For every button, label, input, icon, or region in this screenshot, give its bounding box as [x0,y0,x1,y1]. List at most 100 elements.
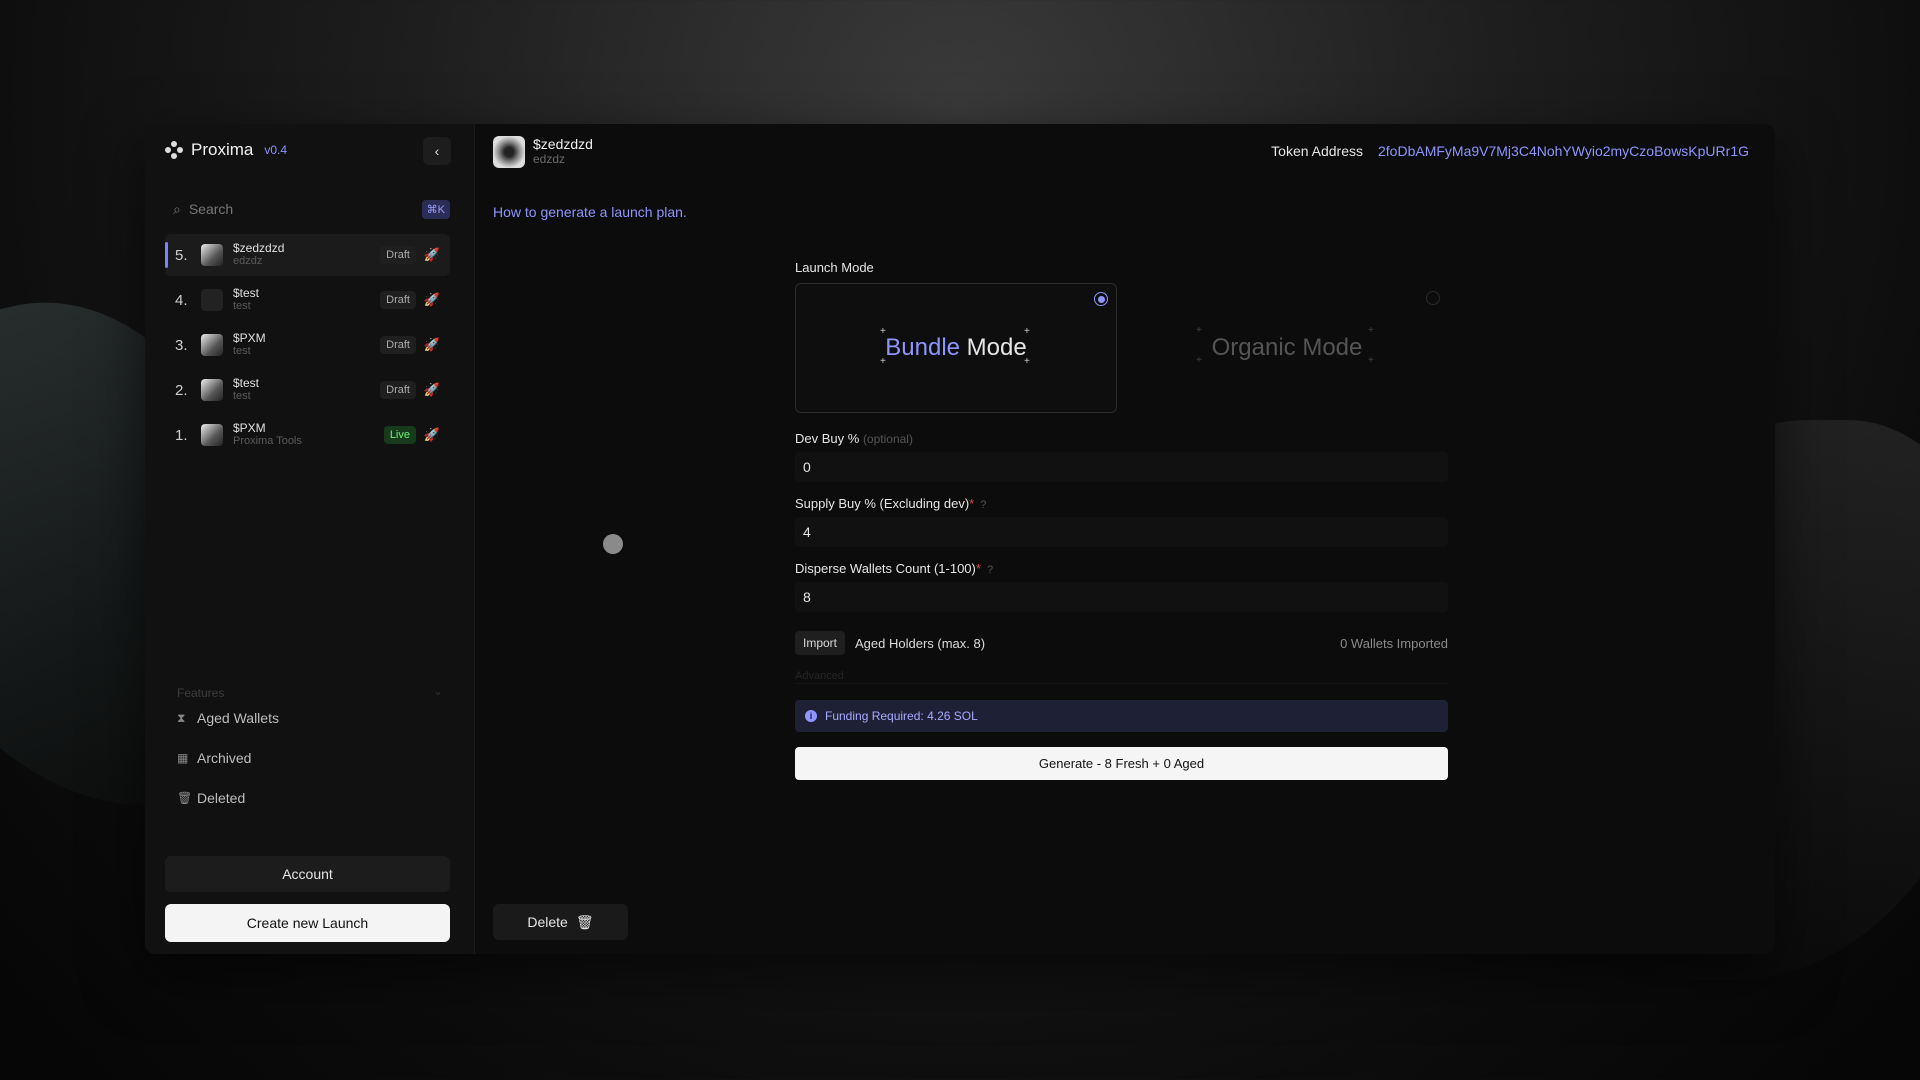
launch-name: $PXM [233,421,266,435]
bundle-mode-rest: Mode [966,334,1027,361]
token-header: $zedzdzd edzdz [493,136,593,168]
dev-buy-input[interactable]: 0 [795,452,1448,482]
launch-item[interactable]: 1. $PXM Proxima Tools Live 🚀 [165,414,450,456]
delete-button[interactable]: Delete 🗑 [493,904,628,940]
rocket-icon[interactable]: 🚀 [424,337,440,353]
launch-index: 5. [175,246,188,264]
organic-mode-label: Organic Mode [1211,334,1363,361]
launch-item[interactable]: 5. $zedzdzd edzdz Draft 🚀 [165,234,450,276]
disperse-wallets-label: Disperse Wallets Count (1-100)*? [795,561,994,576]
optional-tag: (optional) [862,432,913,446]
launch-thumbnail [201,379,223,401]
launch-item[interactable]: 4. $test test Draft 🚀 [165,279,450,321]
launch-sub: test [233,300,251,312]
sparkle-icon: + [1196,355,1202,366]
sparkle-icon: + [880,356,886,367]
organic-mode-card[interactable]: + + + + Organic Mode [1126,283,1448,413]
launch-name: $zedzdzd [233,241,285,255]
launch-name: $PXM [233,331,266,345]
launch-list: 5. $zedzdzd edzdz Draft 🚀 4. $test test … [165,234,450,459]
bundle-mode-accent: Bundle [885,334,960,361]
chevron-left-icon: ‹ [434,143,440,159]
launch-plan-help-link[interactable]: How to generate a launch plan. [493,204,687,220]
launch-sub: test [233,345,251,357]
disperse-wallets-input[interactable]: 8 [795,582,1448,612]
token-sub: edzdz [533,152,566,166]
launch-name: $test [233,286,260,300]
launch-index: 2. [175,381,188,399]
sparkle-icon: + [880,326,886,337]
funding-required-text: Funding Required: 4.26 SOL [825,709,978,723]
sidebar-item-label: Archived [197,750,252,766]
main-panel: $zedzdzd edzdz Token Address 2foDbAMFyMa… [475,124,1775,954]
launch-name: $test [233,376,260,390]
launch-mode-selector: + + + + Bundle Mode + + + + Organic Mode [795,283,1448,413]
search-placeholder: Search [188,201,234,217]
wallets-imported-count: 0 Wallets Imported [1340,635,1448,651]
launch-index: 3. [175,336,188,354]
help-icon[interactable]: ? [987,564,993,576]
sidebar: Proxima v0.4 ‹ ⌕ Search ⌘K 5. $zedzdzd e… [145,124,475,954]
search-input[interactable]: ⌕ Search ⌘K [165,194,450,224]
account-button[interactable]: Account [165,856,450,892]
rocket-icon[interactable]: 🚀 [424,292,440,308]
token-address-label: Token Address [1271,143,1363,159]
features-section-label: Features [177,686,225,700]
launch-index: 1. [175,426,188,444]
status-badge: Draft [380,381,416,399]
sparkle-icon: + [1024,356,1030,367]
status-badge: Live [383,426,416,444]
sidebar-item-label: Aged Wallets [197,710,279,726]
bundle-mode-card[interactable]: + + + + Bundle Mode [795,283,1117,413]
help-icon[interactable]: ? [980,499,986,511]
advanced-section-toggle[interactable]: Advanced [795,670,1448,684]
launch-thumbnail [201,244,223,266]
sidebar-item-archived[interactable]: ▦ Archived [177,750,251,766]
sparkle-icon: + [1196,325,1202,336]
chevron-down-icon[interactable]: ⌄ [433,684,443,698]
bundle-mode-radio[interactable] [1094,292,1108,306]
token-avatar [493,136,525,168]
launch-form: Launch Mode + + + + Bundle Mode + + + + … [795,260,1448,780]
brand: Proxima v0.4 [165,140,287,160]
create-new-launch-button[interactable]: Create new Launch [165,904,450,942]
sidebar-item-label: Deleted [197,790,246,806]
supply-buy-input[interactable]: 4 [795,517,1448,547]
rocket-icon[interactable]: 🚀 [424,247,440,263]
app-window: Proxima v0.4 ‹ ⌕ Search ⌘K 5. $zedzdzd e… [145,124,1775,954]
delete-label: Delete [527,914,568,930]
launch-item[interactable]: 2. $test test Draft 🚀 [165,369,450,411]
rocket-icon[interactable]: 🚀 [424,382,440,398]
launch-thumbnail [201,334,223,356]
hourglass-icon: ⧗ [177,710,186,725]
collapse-sidebar-button[interactable]: ‹ [423,137,451,165]
launch-sub: Proxima Tools [233,435,302,447]
sparkle-icon: + [1368,355,1374,366]
launch-sub: test [233,390,251,402]
aged-holders-row: Import Aged Holders (max. 8) 0 Wallets I… [795,630,1448,656]
sparkle-icon: + [1024,326,1030,337]
app-name: Proxima [191,140,254,159]
trash-icon: 🗑 [575,913,594,930]
sparkle-icon: + [1368,325,1374,336]
sidebar-item-deleted[interactable]: 🗑 Deleted [177,790,245,806]
status-badge: Draft [380,246,416,264]
aged-holders-label: Aged Holders (max. 8) [855,635,986,651]
organic-mode-radio[interactable] [1426,291,1440,305]
status-badge: Draft [380,291,416,309]
search-icon: ⌕ [173,200,181,217]
launch-thumbnail [201,424,223,446]
proxima-logo-icon [165,141,183,159]
sidebar-item-aged-wallets[interactable]: ⧗ Aged Wallets [177,710,279,726]
status-badge: Draft [380,336,416,354]
launch-mode-label: Launch Mode [795,260,874,275]
rocket-icon[interactable]: 🚀 [424,427,440,443]
loading-indicator [603,534,623,554]
launch-item[interactable]: 3. $PXM test Draft 🚀 [165,324,450,366]
generate-button[interactable]: Generate - 8 Fresh + 0 Aged [795,747,1448,780]
launch-sub: edzdz [233,255,263,267]
token-address-link[interactable]: 2foDbAMFyMa9V7Mj3C4NohYWyio2myCzoBowsKpU… [1378,143,1749,159]
supply-buy-label: Supply Buy % (Excluding dev)*? [795,496,987,511]
import-button[interactable]: Import [795,631,846,655]
launch-thumbnail [201,289,223,311]
